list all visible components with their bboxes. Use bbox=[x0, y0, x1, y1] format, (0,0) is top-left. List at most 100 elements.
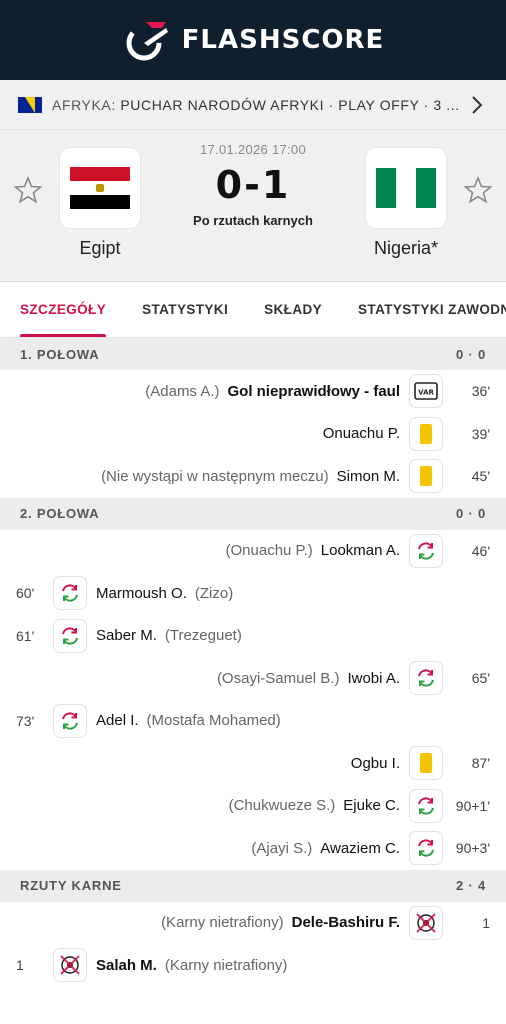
event-player[interactable]: Saber M. bbox=[96, 627, 157, 644]
substitution-arrows bbox=[418, 839, 434, 857]
event-note: (Trezeguet) bbox=[164, 627, 242, 645]
event-row[interactable]: (Karny nietrafiony) Dele-Bashiru F. 1 bbox=[0, 902, 506, 945]
section-header: RZUTY KARNE 2 · 4 bbox=[0, 869, 506, 902]
event-row[interactable]: (Onuachu P.) Lookman A. 46' bbox=[0, 530, 506, 573]
event-note: (Zizo) bbox=[194, 584, 234, 602]
event-note: (Chukwueze S.) bbox=[228, 797, 336, 815]
yellow-card-shape bbox=[420, 423, 432, 444]
var-icon: VAR bbox=[410, 375, 442, 408]
home-team-name[interactable]: Egipt bbox=[40, 238, 160, 259]
event-note: (Karny nietrafiony) bbox=[164, 956, 288, 974]
event-note: (Onuachu P.) bbox=[225, 542, 313, 560]
section-header: 1. POŁOWA 0 · 0 bbox=[0, 338, 506, 370]
yellow-card-icon bbox=[410, 747, 442, 780]
event-row[interactable]: 1 Salah M. (Karny nietrafiony) bbox=[0, 944, 506, 987]
competition-label: AFRYKA: PUCHAR NARODÓW AFRYKI · PLAY OFF… bbox=[52, 97, 466, 113]
yellow-card-icon bbox=[410, 417, 442, 450]
section-header: 2. POŁOWA 0 · 0 bbox=[0, 497, 506, 530]
tab-bar: SZCZEGÓŁY STATYSTYKI SKŁADY STATYSTYKI Z… bbox=[0, 282, 506, 338]
event-player[interactable]: Ogbu I. bbox=[351, 755, 400, 772]
event-minute: 65' bbox=[471, 670, 490, 687]
event-row[interactable]: Ogbu I. 87' bbox=[0, 742, 506, 785]
yellow-card-shape bbox=[420, 753, 432, 774]
match-events: 1. POŁOWA 0 · 0 (Adams A.) Gol nieprawidłow… bbox=[0, 338, 506, 987]
substitution-icon bbox=[54, 577, 86, 610]
event-row[interactable]: Onuachu P. 39' bbox=[0, 413, 506, 456]
nigeria-flag-icon bbox=[376, 168, 436, 208]
event-row[interactable]: (Chukwueze S.) Ejuke C. 90+1' bbox=[0, 785, 506, 828]
event-player[interactable]: Lookman A. bbox=[321, 542, 400, 559]
away-team-logo[interactable] bbox=[366, 148, 446, 228]
chevron-right-icon[interactable] bbox=[466, 94, 488, 116]
event-note: (Adams A.) bbox=[145, 382, 220, 400]
event-note: (Karny nietrafiony) bbox=[161, 914, 284, 932]
event-minute: 90+3' bbox=[455, 840, 490, 857]
event-player[interactable]: Ejuke C. bbox=[343, 797, 400, 814]
svg-text:VAR: VAR bbox=[418, 389, 434, 397]
substitution-icon bbox=[54, 704, 86, 737]
event-minute: 46' bbox=[471, 542, 490, 559]
event-minute: 90+1' bbox=[455, 797, 490, 814]
missed-penalty-icon bbox=[54, 949, 86, 982]
event-row[interactable]: (Adams A.) Gol nieprawidłowy - faul VAR 36' bbox=[0, 370, 506, 413]
tab-details[interactable]: SZCZEGÓŁY bbox=[20, 282, 107, 337]
section-title: 1. POŁOWA bbox=[20, 346, 100, 362]
event-minute: 1 bbox=[482, 914, 490, 931]
event-row[interactable]: 60' Marmoush O. (Zizo) bbox=[0, 572, 506, 615]
substitution-icon bbox=[410, 662, 442, 695]
substitution-arrows bbox=[62, 712, 78, 730]
substitution-icon bbox=[54, 619, 86, 652]
event-minute: 73' bbox=[16, 712, 35, 729]
event-player[interactable]: Iwobi A. bbox=[347, 670, 400, 687]
var-screen: VAR bbox=[414, 382, 438, 401]
event-minute: 61' bbox=[16, 627, 35, 644]
substitution-arrows bbox=[62, 584, 78, 602]
event-row[interactable]: (Ajayi S.) Awaziem C. 90+3' bbox=[0, 827, 506, 870]
section-score: 0 · 0 bbox=[455, 346, 486, 362]
competition-name: PUCHAR NARODÓW AFRYKI · PLAY OFFY · 3 ..… bbox=[120, 96, 460, 113]
event-minute: 1 bbox=[16, 957, 24, 974]
tab-statistics[interactable]: STATYSTYKI bbox=[142, 282, 228, 337]
event-player[interactable]: Simon M. bbox=[337, 468, 400, 485]
event-note: (Osayi-Samuel B.) bbox=[216, 669, 340, 687]
event-row[interactable]: 73' Adel I. (Mostafa Mohamed) bbox=[0, 700, 506, 743]
tab-lineups[interactable]: SKŁADY bbox=[264, 282, 322, 337]
missed-penalty-ball bbox=[416, 913, 436, 933]
event-player[interactable]: Gol nieprawidłowy - faul bbox=[227, 383, 400, 400]
away-team[interactable]: Nigeria* bbox=[366, 148, 446, 259]
section-score: 0 · 0 bbox=[455, 506, 486, 521]
event-row[interactable]: 61' Saber M. (Trezeguet) bbox=[0, 615, 506, 658]
section-title: 2. POŁOWA bbox=[20, 506, 100, 521]
missed-penalty-icon bbox=[410, 906, 442, 939]
event-note: (Ajayi S.) bbox=[251, 839, 313, 857]
match-header: Egipt 17.01.2026 17:00 0-1 Po rzutach ka… bbox=[0, 130, 506, 282]
tab-player-statistics[interactable]: STATYSTYKI ZAWODNIKÓW bbox=[358, 282, 506, 337]
event-minute: 36' bbox=[471, 383, 490, 400]
missed-penalty-ball bbox=[60, 955, 80, 975]
event-note: (Mostafa Mohamed) bbox=[146, 712, 281, 730]
event-minute: 39' bbox=[471, 425, 490, 442]
event-player[interactable]: Awaziem C. bbox=[320, 840, 400, 857]
event-player[interactable]: Adel I. bbox=[96, 712, 139, 729]
flashscore-logo-icon[interactable] bbox=[122, 16, 170, 64]
brand-name: FLASHSCORE bbox=[181, 25, 385, 55]
event-player[interactable]: Dele-Bashiru F. bbox=[292, 914, 400, 931]
event-note: (Nie wystąpi w następnym meczu) bbox=[101, 467, 329, 485]
substitution-arrows bbox=[62, 627, 78, 645]
section-title: RZUTY KARNE bbox=[20, 878, 122, 893]
substitution-icon bbox=[410, 832, 442, 865]
event-row[interactable]: (Nie wystąpi w następnym meczu) Simon M. 4… bbox=[0, 455, 506, 498]
section-score: 2 · 4 bbox=[455, 878, 486, 893]
substitution-arrows bbox=[418, 669, 434, 687]
competition-bar[interactable]: AFRYKA: PUCHAR NARODÓW AFRYKI · PLAY OFF… bbox=[0, 80, 506, 130]
substitution-arrows bbox=[418, 797, 434, 815]
event-player[interactable]: Onuachu P. bbox=[323, 425, 400, 442]
favorite-away-star-icon[interactable] bbox=[464, 176, 492, 204]
yellow-card-icon bbox=[410, 460, 442, 493]
event-player[interactable]: Marmoush O. bbox=[96, 585, 187, 602]
event-minute: 45' bbox=[471, 468, 490, 485]
substitution-arrows bbox=[418, 542, 434, 560]
away-team-name[interactable]: Nigeria* bbox=[366, 238, 446, 259]
event-row[interactable]: (Osayi-Samuel B.) Iwobi A. 65' bbox=[0, 657, 506, 700]
event-player[interactable]: Salah M. bbox=[96, 957, 157, 974]
